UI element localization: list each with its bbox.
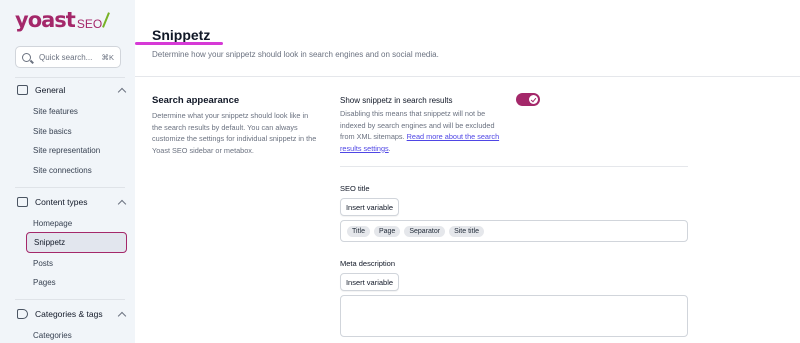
variable-chip[interactable]: Page xyxy=(373,225,401,237)
show-in-search-toggle[interactable] xyxy=(516,93,540,106)
header-divider xyxy=(135,76,800,77)
sidebar-item-snippetz[interactable]: Snippetz xyxy=(26,232,127,253)
meta-description-label: Meta description xyxy=(340,259,396,268)
sidebar-group-general[interactable]: General xyxy=(17,82,127,98)
field-divider xyxy=(340,166,688,167)
chevron-up-icon xyxy=(117,199,127,208)
logo-wordmark: yoast xyxy=(15,8,76,32)
desktop-icon xyxy=(17,85,28,95)
sidebar-divider xyxy=(15,187,125,188)
sidebar-divider xyxy=(15,299,125,300)
chevron-up-icon xyxy=(117,87,127,96)
seo-title-label: SEO title xyxy=(340,184,370,193)
sidebar: yoast SEO Quick search... ⌘K General Sit… xyxy=(0,0,135,343)
section-description: Determine what your snippetz should look… xyxy=(152,111,317,155)
sidebar-group-label: Content types xyxy=(35,197,88,207)
chevron-up-icon xyxy=(117,311,127,320)
check-icon xyxy=(529,95,538,104)
toggle-description: Disabling this means that snippetz will … xyxy=(340,108,505,154)
title-underline xyxy=(135,42,223,45)
page-description: Determine how your snippetz should look … xyxy=(152,50,439,59)
sidebar-divider xyxy=(15,77,125,78)
sidebar-item-pages[interactable]: Pages xyxy=(33,278,56,287)
meta-description-insert-variable-button[interactable]: Insert variable xyxy=(340,273,399,291)
variable-chip[interactable]: Separator xyxy=(404,225,446,237)
page-title: Snippetz xyxy=(152,27,211,43)
toggle-label: Show snippetz in search results xyxy=(340,96,453,105)
sidebar-item-homepage[interactable]: Homepage xyxy=(33,219,72,228)
sidebar-item-site-basics[interactable]: Site basics xyxy=(33,127,72,136)
meta-description-field[interactable] xyxy=(340,295,688,337)
sidebar-group-label: General xyxy=(35,85,66,95)
quick-search-input[interactable]: Quick search... ⌘K xyxy=(15,46,121,68)
seo-title-field[interactable]: Title Page Separator Site title xyxy=(340,220,688,242)
logo-product: SEO xyxy=(76,17,103,31)
search-shortcut: ⌘K xyxy=(101,52,114,62)
tag-icon xyxy=(17,309,28,319)
yoast-logo[interactable]: yoast SEO xyxy=(15,8,110,35)
search-icon xyxy=(22,52,31,62)
sidebar-group-categories-tags[interactable]: Categories & tags xyxy=(17,306,127,322)
search-placeholder: Quick search... xyxy=(39,52,93,62)
content-types-icon xyxy=(17,197,28,207)
main-panel: Snippetz Determine how your snippetz sho… xyxy=(135,0,800,343)
sidebar-item-posts[interactable]: Posts xyxy=(33,259,53,268)
sidebar-group-content-types[interactable]: Content types xyxy=(17,194,127,210)
sidebar-item-categories[interactable]: Categories xyxy=(33,331,72,340)
section-title: Search appearance xyxy=(152,95,240,106)
variable-chip[interactable]: Site title xyxy=(449,225,484,237)
variable-chip[interactable]: Title xyxy=(347,225,370,237)
logo-slash-icon xyxy=(102,12,110,28)
sidebar-item-site-connections[interactable]: Site connections xyxy=(33,166,92,175)
toggle-description-suffix: . xyxy=(388,143,391,153)
sidebar-item-site-representation[interactable]: Site representation xyxy=(33,146,100,155)
sidebar-item-site-features[interactable]: Site features xyxy=(33,107,78,116)
sidebar-group-label: Categories & tags xyxy=(35,309,103,319)
seo-title-insert-variable-button[interactable]: Insert variable xyxy=(340,198,399,216)
